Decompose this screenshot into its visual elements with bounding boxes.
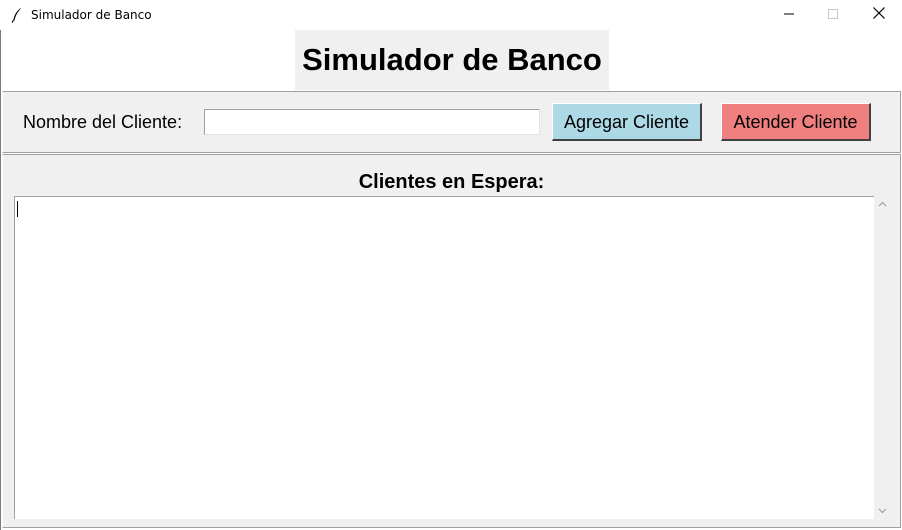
client-name-input[interactable]: [204, 109, 540, 135]
waiting-clients-title: Clientes en Espera:: [358, 171, 545, 193]
serve-client-button[interactable]: Atender Cliente: [721, 103, 871, 141]
scroll-down-button[interactable]: [874, 502, 891, 519]
add-client-button[interactable]: Agregar Cliente: [552, 103, 702, 141]
page-title: Simulador de Banco: [295, 30, 609, 90]
close-button[interactable]: [856, 0, 902, 30]
chevron-up-icon: [874, 200, 891, 217]
client-input-frame: Nombre del Cliente: Agregar Cliente Aten…: [2, 91, 901, 153]
window-title: Simulador de Banco: [31, 8, 152, 22]
chevron-down-icon: [874, 506, 891, 523]
vertical-scrollbar[interactable]: [874, 196, 891, 519]
title-bar: Simulador de Banco: [0, 0, 902, 30]
maximize-icon: [828, 6, 838, 24]
window-border: [0, 30, 1, 530]
scroll-up-button[interactable]: [874, 196, 891, 213]
waiting-clients-frame: Clientes en Espera:: [2, 154, 901, 528]
maximize-button[interactable]: [810, 0, 856, 30]
client-name-label: Nombre del Cliente:: [23, 112, 183, 132]
minimize-icon: [784, 6, 794, 24]
waiting-clients-textarea[interactable]: [14, 196, 874, 519]
feather-icon: [11, 7, 23, 23]
text-cursor: [17, 201, 18, 217]
minimize-button[interactable]: [766, 0, 812, 30]
close-icon: [873, 6, 885, 24]
